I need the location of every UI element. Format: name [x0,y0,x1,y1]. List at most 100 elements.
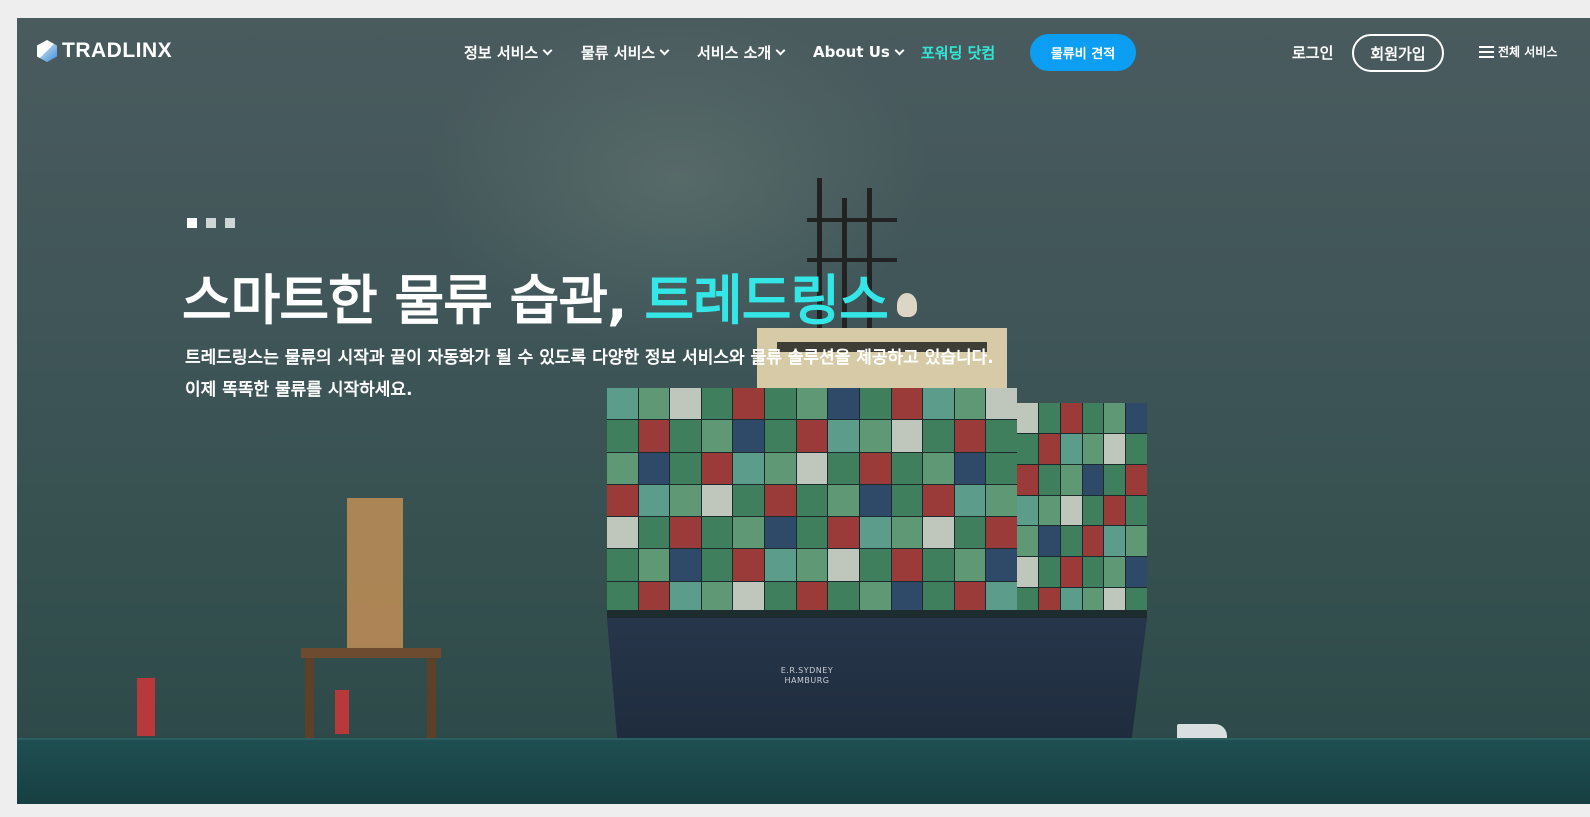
top-navigation: TRADLINX 정보 서비스 물류 서비스 서비스 소개 About Us 포… [17,18,1590,86]
container-box [1060,464,1082,495]
container-box [828,452,859,484]
container-box [1082,403,1104,433]
chevron-down-icon [542,45,553,55]
container-box [733,484,765,517]
container-box [954,549,986,581]
container-box [670,517,701,549]
logo[interactable]: TRADLINX [37,38,172,64]
ship-name-label: E.R.SYDNEY HAMBURG [757,666,857,686]
menu-service-intro[interactable]: 서비스 소개 [697,42,786,62]
container-box [733,517,765,549]
container-box [923,452,954,484]
container-stack [607,388,1017,613]
container-box [1060,403,1082,433]
container-box [796,484,828,517]
container-box [1038,495,1060,526]
menu-forwarding-com[interactable]: 포워딩 닷컴 [921,42,995,62]
container-box [796,420,828,452]
container-box [1082,464,1104,495]
container-box [954,581,986,613]
container-box [796,581,828,613]
container-box [670,581,701,613]
container-box [733,420,765,452]
container-box [670,549,701,581]
container-box [859,517,891,549]
container-box [1104,495,1126,526]
menu-label: 포워딩 닷컴 [921,43,996,62]
menu-about-us[interactable]: About Us [813,42,905,62]
container-box [638,581,670,613]
logistics-quote-button[interactable]: 물류비 견적 [1030,34,1136,71]
container-box [1082,526,1104,557]
container-box [1126,464,1147,495]
container-box [1038,557,1060,588]
container-box [1038,433,1060,464]
hamburger-icon [1479,45,1494,58]
container-box [1126,433,1147,464]
cube-logo-icon [37,40,57,62]
container-box [954,420,986,452]
hero-title-main: 스마트한 물류 습관, [182,269,645,332]
menu-label: 물류 서비스 [581,43,656,62]
container-box [891,484,923,517]
container-box [701,581,733,613]
container-box [923,581,954,613]
ship-mast-crossbar [807,218,897,222]
container-box [765,517,796,549]
container-box [891,420,923,452]
hero-title: 스마트한 물류 습관, 트레드링스 [182,256,889,335]
container-box [828,420,859,452]
container-box [1060,526,1082,557]
ship-name: E.R.SYDNEY [780,666,834,675]
container-box [1082,557,1104,588]
menu-logistics-services[interactable]: 물류 서비스 [581,42,670,62]
container-box [1017,464,1038,495]
menu-info-services[interactable]: 정보 서비스 [464,42,553,62]
container-box [891,581,923,613]
container-box [670,420,701,452]
container-box [765,484,796,517]
container-box [638,517,670,549]
slide-indicator[interactable] [206,218,216,228]
container-box [923,517,954,549]
container-box [1017,557,1038,588]
container-box [701,452,733,484]
container-box [638,484,670,517]
login-link[interactable]: 로그인 [1292,42,1333,63]
container-box [859,581,891,613]
container-box [607,581,638,613]
container-box [607,420,638,452]
ship-radar-dome [897,293,917,317]
container-box [891,549,923,581]
container-box [638,549,670,581]
container-box [954,452,986,484]
container-box [701,420,733,452]
ship-port: HAMBURG [784,676,830,685]
container-box [701,517,733,549]
hero-subtitle-line: 트레드링스는 물류의 시작과 끝이 자동화가 될 수 있도록 다양한 정보 서비… [185,348,994,368]
slide-indicator[interactable] [225,218,235,228]
container-box [1104,433,1126,464]
chevron-down-icon [894,45,905,55]
container-box [891,517,923,549]
chevron-down-icon [659,45,670,55]
container-box [1082,495,1104,526]
ship-hull [607,618,1147,746]
container-box [891,452,923,484]
hero-subtitle: 트레드링스는 물류의 시작과 끝이 자동화가 될 수 있도록 다양한 정보 서비… [185,342,994,406]
container-box [1104,557,1126,588]
container-box [1126,557,1147,588]
container-box [765,581,796,613]
signup-button[interactable]: 회원가입 [1352,34,1444,72]
container-box [923,484,954,517]
container-box [701,484,733,517]
container-box [638,452,670,484]
slide-indicator[interactable] [187,218,197,228]
container-box [1017,403,1038,433]
container-box [828,517,859,549]
container-box [796,549,828,581]
container-box [1038,403,1060,433]
buoy [335,690,349,734]
container-box [1104,526,1126,557]
all-services-menu[interactable]: 전체 서비스 [1479,43,1557,60]
